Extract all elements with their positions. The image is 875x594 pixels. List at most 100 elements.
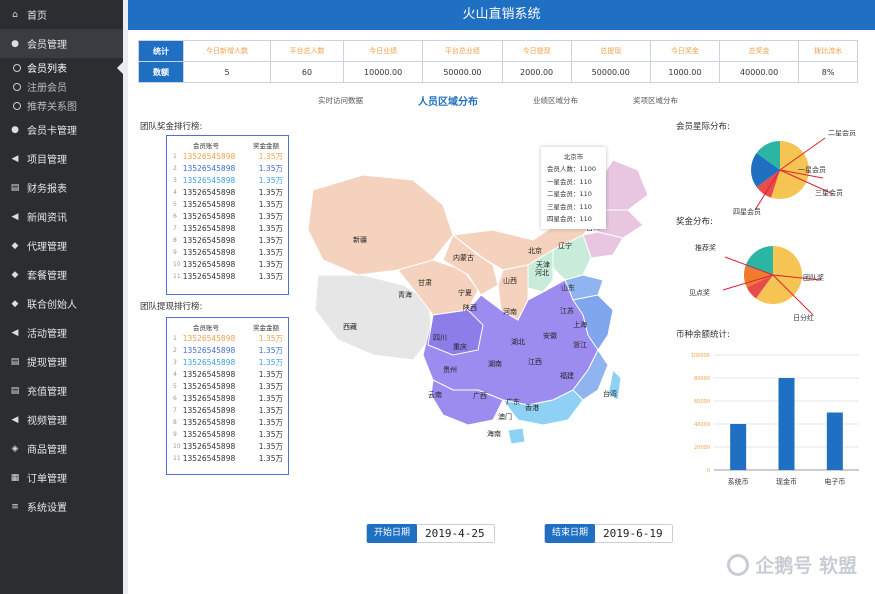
rank-account: 13526545898 — [182, 441, 236, 451]
rank-amount: 1.35万 — [258, 211, 283, 221]
province-label: 山西 — [503, 277, 517, 285]
rank-amount: 1.35万 — [258, 247, 283, 257]
sidebar-item-label: 订单管理 — [27, 474, 67, 485]
penguin-icon — [727, 553, 750, 576]
sidebar-item[interactable]: ◆ 代理管理 — [0, 231, 123, 260]
sidebar-item-label: 联合创始人 — [27, 300, 77, 311]
province-label: 澳门 — [498, 413, 512, 421]
province-label: 上海 — [573, 321, 587, 329]
bar[interactable] — [730, 424, 747, 470]
bar[interactable] — [826, 412, 843, 471]
pie-label: 团队奖 — [803, 273, 824, 282]
sidebar-subitem[interactable]: 注册会员 — [0, 77, 123, 96]
circle-icon — [13, 82, 21, 91]
end-date-picker[interactable]: 结束日期 2019-6-19 — [544, 524, 673, 543]
pie-label: 推荐奖 — [695, 243, 716, 252]
rank-number: 11 — [173, 272, 181, 280]
map-tab[interactable]: 实时访问数据 — [318, 95, 363, 108]
y-tick-label: 20000 — [694, 445, 710, 451]
bar[interactable] — [778, 378, 795, 470]
pie-label: 四星会员 — [733, 207, 761, 215]
province-label: 江西 — [528, 358, 542, 366]
pie-label: 日分红 — [793, 313, 814, 322]
rank-account: 13526545898 — [182, 175, 236, 185]
sidebar-item[interactable]: ▤ 提现管理 — [0, 347, 123, 376]
rank-amount: 1.35万 — [258, 223, 283, 233]
sidebar-item[interactable]: ◈ 商品管理 — [0, 434, 123, 463]
sidebar-item[interactable]: ◀ 视频管理 — [0, 405, 123, 434]
home-icon: ⌂ — [12, 9, 18, 20]
rank-row: 10 13526545898 1.35万 — [167, 440, 288, 452]
sidebar-item-label: 代理管理 — [27, 242, 67, 253]
bullhorn-icon: ◀ — [11, 414, 19, 425]
province-label: 西藏 — [343, 323, 357, 331]
sidebar-item[interactable]: ◆ 套餐管理 — [0, 260, 123, 289]
sidebar-item[interactable]: ≡ 系统设置 — [0, 492, 123, 521]
sidebar-item[interactable]: ⌂ 首页 — [0, 0, 123, 29]
sidebar-subitem[interactable]: 推荐关系图 — [0, 96, 123, 115]
province-label: 甘肃 — [418, 279, 432, 287]
stats-label: 总提现 — [570, 40, 651, 62]
rank-number: 7 — [173, 406, 177, 414]
user-icon: ● — [11, 124, 19, 135]
y-tick-label: 60000 — [694, 399, 710, 405]
pie-label: 二星会员 — [828, 130, 856, 137]
start-date-picker[interactable]: 开始日期 2019-4-25 — [366, 524, 495, 543]
map-tooltip: 北京市 会员人数：1100 一星会员：110 二星会员：110 三星会员：110 四星会… — [541, 147, 606, 229]
province-label: 云南 — [428, 391, 442, 399]
province-label: 内蒙古 — [453, 254, 474, 262]
rank-row: 11 13526545898 1.35万 — [167, 452, 288, 464]
sidebar-subitem[interactable]: 会员列表 — [0, 58, 123, 77]
rank-number: 1 — [173, 334, 177, 342]
rank-amount: 1.35万 — [258, 199, 283, 209]
map-tab[interactable]: 业绩区域分布 — [533, 95, 578, 108]
map-tab[interactable]: 奖项区域分布 — [633, 95, 678, 108]
rank-account: 13526545898 — [182, 211, 236, 221]
rank-amount: 1.35万 — [258, 175, 283, 185]
rank-number: 6 — [173, 394, 177, 402]
rank-account: 13526545898 — [182, 199, 236, 209]
region-hainan[interactable] — [507, 427, 526, 445]
province-label: 湖南 — [488, 360, 502, 368]
sidebar-item[interactable]: ▤ 财务报表 — [0, 173, 123, 202]
sidebar-item-label: 活动管理 — [27, 329, 67, 340]
rank-row: 3 13526545898 1.35万 — [167, 356, 288, 368]
x-tick-label: 系统币 — [728, 477, 749, 486]
rank-number: 7 — [173, 224, 177, 232]
province-label: 山东 — [561, 284, 575, 292]
rank-account: 13526545898 — [182, 235, 236, 245]
sidebar-item[interactable]: ● 会员卡管理 — [0, 115, 123, 144]
rank-row: 11 13526545898 1.35万 — [167, 270, 288, 282]
rank-amount: 1.35万 — [258, 357, 283, 367]
china-map-svg — [307, 159, 649, 445]
sidebar-item[interactable]: ● 会员管理 — [0, 29, 123, 58]
sidebar-item[interactable]: ◀ 新闻资讯 — [0, 202, 123, 231]
map-tab[interactable]: 人员区域分布 — [418, 93, 478, 108]
china-map[interactable]: 新疆西藏青海甘肃内蒙古宁夏陕西山西北京天津河北辽宁吉林黑龙江山东河南江苏上海安徽… — [303, 150, 663, 460]
stats-value: 2000.00 — [501, 61, 572, 83]
province-label: 青海 — [398, 291, 412, 299]
rank-amount: 1.35万 — [258, 235, 283, 245]
sidebar-item-label: 系统设置 — [27, 503, 67, 514]
sidebar-item[interactable]: ▤ 充值管理 — [0, 376, 123, 405]
stats-label: 今日新增人数 — [182, 40, 272, 62]
stats-value: 60 — [270, 61, 344, 83]
rank-row: 7 13526545898 1.35万 — [167, 222, 288, 234]
bullhorn-icon: ◀ — [11, 211, 19, 222]
sidebar-item-label: 首页 — [27, 11, 47, 22]
rank-header-cell: 奖金金额 — [253, 142, 279, 150]
sidebar-item[interactable]: ▦ 订单管理 — [0, 463, 123, 492]
sidebar-item[interactable]: ◀ 活动管理 — [0, 318, 123, 347]
province-label: 新疆 — [353, 236, 367, 244]
rank-row: 4 13526545898 1.35万 — [167, 186, 288, 198]
sidebar-item[interactable]: ◀ 项目管理 — [0, 144, 123, 173]
sidebar: ⌂ 首页 ● 会员管理 会员列表 注册会员 推荐关系图 ● 会员卡管理 ◀ 项目管理 ▤ 财务报表 ◀ 新闻… — [0, 0, 123, 594]
sidebar-item-label: 会员管理 — [27, 40, 67, 51]
tooltip-line: 二星会员：110 — [547, 190, 592, 199]
rank-number: 5 — [173, 200, 177, 208]
sidebar-item-label: 提现管理 — [27, 358, 67, 369]
rank-account: 13526545898 — [182, 393, 236, 403]
sidebar-item[interactable]: ◆ 联合创始人 — [0, 289, 123, 318]
rank-row: 2 13526545898 1.35万 — [167, 344, 288, 356]
rank-account: 13526545898 — [182, 259, 236, 269]
